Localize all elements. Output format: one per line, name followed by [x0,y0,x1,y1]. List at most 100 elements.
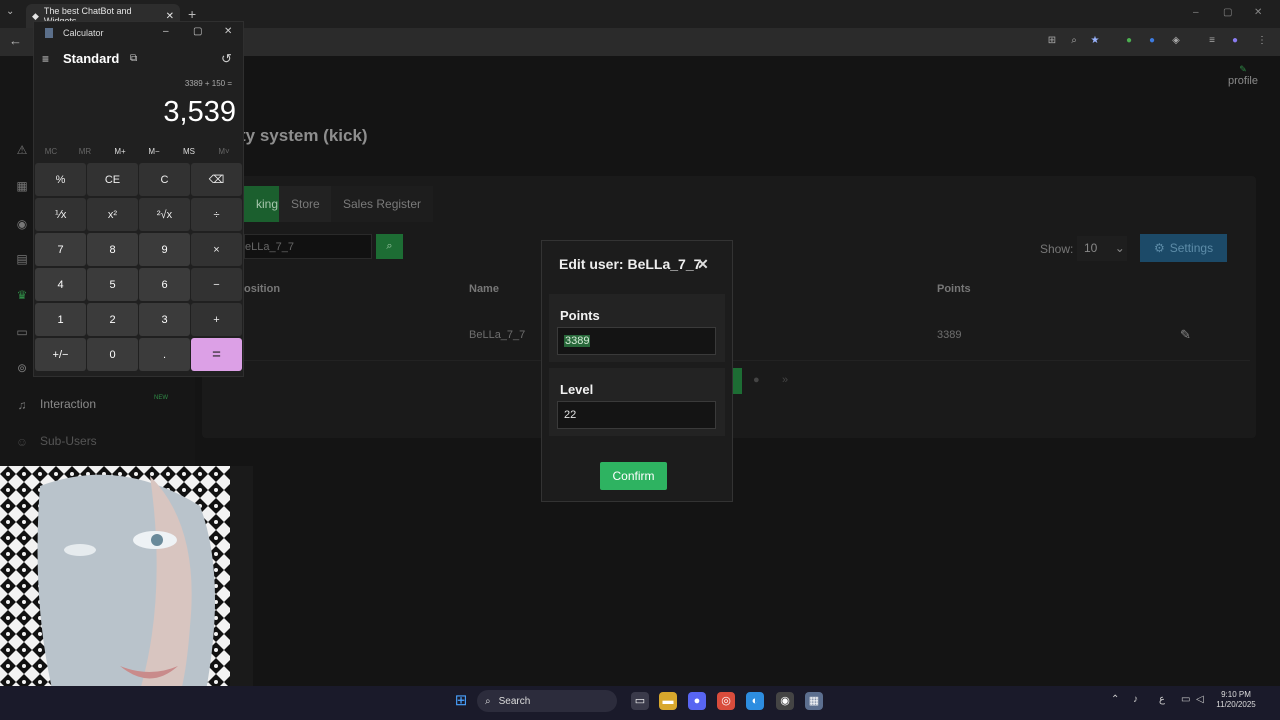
calc-key-square[interactable]: x² [87,198,138,231]
taskbar-search[interactable]: ⌕ Search [477,690,617,712]
calc-key-5[interactable]: 5 [87,268,138,301]
calc-key-0[interactable]: 0 [87,338,138,371]
webcam-image [0,466,253,720]
monitor-icon[interactable]: ▭ [14,325,30,339]
edge-icon[interactable]: ◐ [746,692,764,710]
tab-close-icon[interactable]: ✕ [166,11,174,22]
calc-minimize-button[interactable]: – [163,26,169,37]
extension-shield-icon[interactable]: ● [1123,35,1135,47]
calc-key-ce[interactable]: CE [87,163,138,196]
calc-key-c[interactable]: C [139,163,190,196]
taskbar-clock[interactable]: 9:10 PM 11/20/2025 [1210,690,1262,710]
memory-list-button[interactable]: M˅ [209,147,239,156]
calc-key-multiply[interactable]: × [191,233,242,266]
gamepad-icon[interactable]: ⊚ [14,361,30,375]
keyboard-language[interactable]: ع [1159,694,1165,705]
calc-close-button[interactable]: ✕ [224,26,232,37]
profile-avatar-icon[interactable]: ● [1229,35,1241,47]
settings-button[interactable]: ⚙ Settings [1140,234,1227,262]
task-view-icon[interactable]: ▭ [631,692,649,710]
site-favicon-icon: ◆ [32,10,39,21]
network-icon[interactable]: ▭ [1181,694,1190,705]
calculator-mode: Standard [63,51,120,66]
discord-icon[interactable]: ● [688,692,706,710]
new-tab-button[interactable]: + [188,6,196,22]
music-icon[interactable]: ♫ [14,398,30,412]
memory-store-button[interactable]: MS [174,147,204,156]
translate-icon[interactable]: ⊞ [1046,35,1058,47]
calc-key-reciprocal[interactable]: ⅟x [35,198,86,231]
dashboard-icon[interactable]: ▦ [14,179,30,193]
search-button[interactable]: ⌕ [376,234,403,259]
tab-search-icon[interactable]: ⌄ [6,6,14,17]
memory-recall-button[interactable]: MR [70,147,100,156]
calc-key-6[interactable]: 6 [139,268,190,301]
reading-list-icon[interactable]: ≡ [1206,35,1218,47]
pagination-last-icon[interactable]: » [782,374,788,386]
browser-menu-icon[interactable]: ⋮ [1256,35,1268,47]
extensions-puzzle-icon[interactable]: ◈ [1170,35,1182,47]
calc-key-9[interactable]: 9 [139,233,190,266]
microphone-icon[interactable]: ♪ [1133,694,1138,705]
tab-store[interactable]: Store [279,186,332,222]
calc-key-1[interactable]: 1 [35,303,86,336]
calc-key-7[interactable]: 7 [35,233,86,266]
bot-icon[interactable]: ◉ [14,217,30,231]
calc-key-divide[interactable]: ÷ [191,198,242,231]
calc-key-percent[interactable]: % [35,163,86,196]
tab-sales-register[interactable]: Sales Register [331,186,434,222]
memory-subtract-button[interactable]: M− [139,147,169,156]
user-search-input[interactable]: eLLa_7_7 [244,234,372,259]
calc-key-sqrt[interactable]: ²√x [139,198,190,231]
edit-pencil-icon[interactable]: ✎ [1180,327,1191,343]
points-input[interactable]: 3389 [557,327,716,355]
calc-key-8[interactable]: 8 [87,233,138,266]
level-input[interactable]: 22 [557,401,716,429]
profile-link[interactable]: ✎ profile [1228,64,1258,87]
calculator-taskbar-icon[interactable]: ▦ [805,692,823,710]
browser-close-button[interactable]: ✕ [1254,7,1262,18]
tray-chevron-icon[interactable]: ⌃ [1111,694,1119,705]
back-arrow-icon[interactable]: ← [9,33,22,48]
memory-add-button[interactable]: M+ [105,147,135,156]
calc-key-3[interactable]: 3 [139,303,190,336]
extension-blue-icon[interactable]: ● [1146,35,1158,47]
volume-icon[interactable]: ◁ [1196,694,1204,705]
column-header-name[interactable]: Name [469,283,499,295]
chrome-icon[interactable]: ◎ [717,692,735,710]
calculator-title: Calculator [63,28,104,38]
keep-on-top-icon[interactable]: ⧉ [130,53,137,64]
sidebar-item-interaction[interactable]: Interaction [40,397,96,411]
browser-maximize-button[interactable]: ▢ [1223,7,1232,18]
bookmark-star-icon[interactable]: ★ [1089,35,1101,47]
calc-key-2[interactable]: 2 [87,303,138,336]
modal-title: Edit user: BeLLa_7_7 [559,256,702,272]
column-header-points[interactable]: Points [937,283,971,295]
history-icon[interactable]: ↺ [221,51,232,67]
calc-key-negate[interactable]: +/− [35,338,86,371]
page-size-select[interactable]: 10 ⌄ [1077,236,1127,261]
calc-key-4[interactable]: 4 [35,268,86,301]
zoom-icon[interactable]: ⌕ [1068,35,1080,47]
obs-icon[interactable]: ◉ [776,692,794,710]
calc-maximize-button[interactable]: ▢ [193,26,202,37]
hamburger-menu-icon[interactable]: ≡ [42,52,49,66]
calc-key-minus[interactable]: − [191,268,242,301]
modal-close-icon[interactable]: ✕ [697,256,709,273]
windows-start-icon[interactable]: ⊞ [452,692,470,710]
browser-minimize-button[interactable]: – [1193,7,1199,18]
memory-clear-button[interactable]: MC [36,147,66,156]
id-card-icon[interactable]: ▤ [14,252,30,266]
sidebar-item-sub-users[interactable]: Sub-Users [40,434,97,448]
users-icon[interactable]: ☺ [14,435,30,449]
trophy-icon[interactable]: ♛ [14,288,30,302]
file-explorer-icon[interactable]: ▬ [659,692,677,710]
pagination-next-icon[interactable]: ● [753,374,760,386]
warning-icon[interactable]: ⚠ [14,143,30,157]
confirm-button[interactable]: Confirm [600,462,667,490]
calc-key-plus[interactable]: + [191,303,242,336]
calc-key-equals[interactable]: = [191,338,242,371]
column-header-position[interactable]: osition [244,283,280,295]
calc-key-decimal[interactable]: . [139,338,190,371]
calc-key-backspace[interactable]: ⌫ [191,163,242,196]
